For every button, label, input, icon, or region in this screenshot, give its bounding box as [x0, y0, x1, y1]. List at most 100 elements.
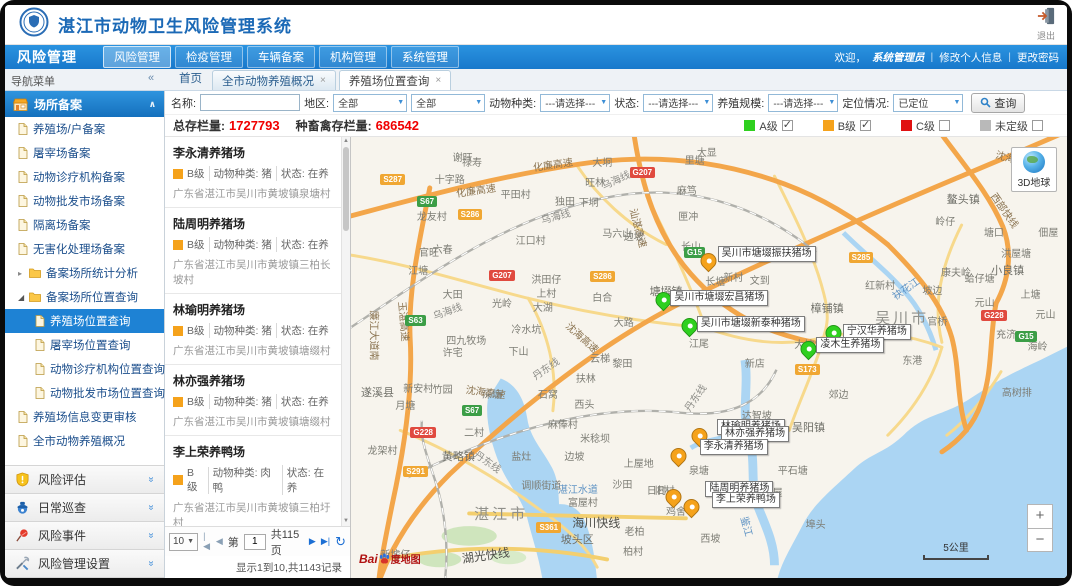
sidebar-item[interactable]: ▸ ◢ 屠宰场位置查询 — [5, 333, 164, 357]
farm-species: 动物种类: 猪 — [214, 394, 277, 409]
accordion-daily-inspection[interactable]: 日常巡查 » — [5, 494, 164, 522]
tab-strip: 导航菜单 « 首页 全市动物养殖概况 × 养殖场位置查询 × — [5, 69, 1067, 91]
nav-tab[interactable]: 车辆备案 — [247, 46, 315, 68]
sidebar-item-label: 动物诊疗机构备案 — [33, 169, 125, 185]
query-button[interactable]: 查询 — [971, 93, 1025, 113]
close-icon[interactable]: × — [435, 75, 441, 86]
page-label: 第 — [228, 534, 239, 550]
farm-list-item[interactable]: 陆周明养猪场 B级 动物种类: 猪 状态: 在养 广东省湛江市吴川市黄坡镇三柏长… — [165, 208, 350, 294]
page-size-select[interactable]: 10▼ — [169, 533, 198, 551]
map-pin[interactable] — [681, 318, 698, 335]
map-pin[interactable] — [665, 489, 682, 506]
nav-tab[interactable]: 机构管理 — [319, 46, 387, 68]
sidebar-item[interactable]: ▸ ◢ 动物诊疗机构位置查询 — [5, 357, 164, 381]
sidebar-item[interactable]: ▸ ◢ 全市动物养殖概况 — [5, 429, 164, 453]
expander-collapsed-icon[interactable]: ▸ — [18, 269, 29, 278]
status-select[interactable]: ---请选择---▼ — [643, 94, 713, 112]
accordion-risk-events[interactable]: 风险事件 » — [5, 522, 164, 550]
map-pin[interactable] — [801, 341, 818, 358]
grade-color-chip — [173, 397, 183, 407]
list-scrollbar[interactable]: ▲ ▼ — [341, 137, 350, 526]
page-input[interactable] — [244, 534, 266, 550]
road-badge: G228 — [410, 427, 436, 438]
nav-tab[interactable]: 系统管理 — [391, 46, 459, 68]
farm-map-label[interactable]: 李上荣养鸭场 — [712, 492, 780, 508]
sidebar-item[interactable]: ▸ ◢ 无害化处理场备案 — [5, 237, 164, 261]
farm-map-label[interactable]: 凌木生养猪场 — [816, 337, 884, 353]
sidebar-item-label: 动物诊疗机构位置查询 — [50, 361, 165, 377]
farm-list-item[interactable]: 林亦强养猪场 B级 动物种类: 猪 状态: 在养 广东省湛江市吴川市黄坡镇塘缀村 — [165, 365, 350, 436]
stats-bar: 总存栏量: 1727793 种畜禽存栏量: 686542 A级 B级 — [165, 115, 1067, 137]
expander-open-icon[interactable]: ◢ — [18, 293, 29, 302]
species-select[interactable]: ---请选择---▼ — [540, 94, 610, 112]
sidebar-item[interactable]: ▸ ◢ 动物诊疗机构备案 — [5, 165, 164, 189]
sidebar-item[interactable]: ▸ ◢ 屠宰场备案 — [5, 141, 164, 165]
pagination-bar: 10▼ |◀ ◀ 第 共115页 ▶ ▶| ↻ — [165, 526, 350, 556]
map-pin[interactable] — [683, 499, 700, 516]
accordion-risk-assessment[interactable]: 风险评估 » — [5, 466, 164, 494]
accordion-label: 日常巡查 — [38, 499, 86, 516]
grade-checkbox[interactable] — [860, 120, 871, 131]
scroll-down-icon[interactable]: ▼ — [342, 517, 350, 526]
sidebar-item[interactable]: ▸ ◢ 养殖场/户备案 — [5, 117, 164, 141]
map-zoom-controls: + − — [1027, 504, 1053, 552]
refresh-button[interactable]: ↻ — [335, 534, 346, 550]
nav-tab[interactable]: 风险管理 — [103, 46, 171, 68]
farm-list-item[interactable]: 李上荣养鸭场 B级 动物种类: 肉鸭 状态: 在养 广东省湛江市吴川市黄坡镇三柏… — [165, 436, 350, 526]
sidebar-item[interactable]: ▸ ◢ 养殖场信息变更审核 — [5, 405, 164, 429]
tab-home[interactable]: 首页 — [175, 70, 212, 90]
change-password-link[interactable]: 更改密码 — [1017, 50, 1059, 65]
sidebar-item[interactable]: ▸ ◢ 备案场所位置查询 — [5, 285, 164, 309]
accordion-risk-settings[interactable]: 风险管理设置 » — [5, 550, 164, 578]
farm-list-item[interactable]: 林瑜明养猪场 B级 动物种类: 猪 状态: 在养 广东省湛江市吴川市黄坡镇塘缀村 — [165, 294, 350, 365]
region-select-2[interactable]: 全部▼ — [411, 94, 485, 112]
map-pin[interactable] — [670, 448, 687, 465]
farm-grade: B级 — [187, 237, 210, 252]
farm-map-label[interactable]: 吴川市塘㙍宏昌猪场 — [670, 290, 768, 306]
sidebar-item[interactable]: ▸ ◢ 备案场所统计分析 — [5, 261, 164, 285]
sidebar-section-premises[interactable]: 场所备案 ∧ — [5, 91, 164, 117]
logout-button[interactable]: 退出 — [1035, 7, 1057, 42]
road-badge: S285 — [849, 252, 874, 263]
logout-icon — [1035, 12, 1057, 29]
grade-checkbox[interactable] — [782, 120, 793, 131]
farm-status: 状态: 在养 — [281, 394, 333, 409]
name-input[interactable] — [200, 94, 300, 111]
sidebar-item[interactable]: ▸ ◢ 动物批发市场位置查询 — [5, 381, 164, 405]
grade-checkbox[interactable] — [1032, 120, 1043, 131]
tab-city-overview[interactable]: 全市动物养殖概况 × — [212, 70, 336, 90]
zoom-in-button[interactable]: + — [1027, 504, 1053, 528]
nav-tab[interactable]: 检疫管理 — [175, 46, 243, 68]
sidebar-item[interactable]: ▸ ◢ 养殖场位置查询 — [5, 309, 164, 333]
map-pin[interactable] — [701, 253, 718, 270]
tab-farm-location[interactable]: 养殖场位置查询 × — [339, 70, 451, 90]
next-page-button[interactable]: ▶ — [309, 536, 316, 547]
sidebar-collapse-button[interactable]: « — [148, 72, 154, 84]
last-page-button[interactable]: ▶| — [321, 536, 330, 547]
globe-3d-button[interactable]: 3D地球 — [1011, 147, 1057, 192]
sidebar-item[interactable]: ▸ ◢ 动物批发市场备案 — [5, 189, 164, 213]
farm-map-label[interactable]: 吴川市塘㙍振扶猪场 — [718, 246, 816, 262]
sidebar: 场所备案 ∧ ▸ ◢ 养殖场/户备案 ▸ ◢ — [5, 91, 165, 578]
scale-select[interactable]: ---请选择---▼ — [768, 94, 838, 112]
region-select-1[interactable]: 全部▼ — [333, 94, 407, 112]
edit-profile-link[interactable]: 修改个人信息 — [939, 50, 1002, 65]
zoom-out-button[interactable]: − — [1027, 528, 1053, 552]
prev-page-button[interactable]: ◀ — [216, 536, 223, 547]
map-canvas[interactable]: 谢旺禄寿十字路化廉高速化廉高速平田村大坰旺林独田下坰乌海线乌海线乌海线汕湛高速麻… — [351, 137, 1067, 578]
farm-address: 广东省湛江市吴川市黄坡镇三柏圩村 — [173, 500, 336, 526]
page-icon — [18, 435, 28, 447]
grade-checkbox[interactable] — [939, 120, 950, 131]
farm-map-label[interactable]: 李永清养猪场 — [700, 439, 768, 455]
location-select[interactable]: 已定位▼ — [893, 94, 963, 112]
first-page-button[interactable]: |◀ — [203, 531, 211, 552]
breeding-stock-label: 种畜禽存栏量: — [296, 117, 372, 134]
scroll-up-icon[interactable]: ▲ — [342, 137, 350, 146]
farm-map-label[interactable]: 吴川市塘㙍新泰种猪场 — [697, 316, 805, 332]
farm-list-item[interactable]: 李永清养猪场 B级 动物种类: 猪 状态: 在养 广东省湛江市吴川市黄坡镇泉塘村 — [165, 137, 350, 208]
road-badge: G207 — [630, 167, 656, 178]
scrollbar-thumb[interactable] — [343, 147, 349, 231]
sidebar-item[interactable]: ▸ ◢ 隔离场备案 — [5, 213, 164, 237]
close-icon[interactable]: × — [320, 75, 326, 86]
map-scale: 5公里 — [923, 539, 989, 560]
